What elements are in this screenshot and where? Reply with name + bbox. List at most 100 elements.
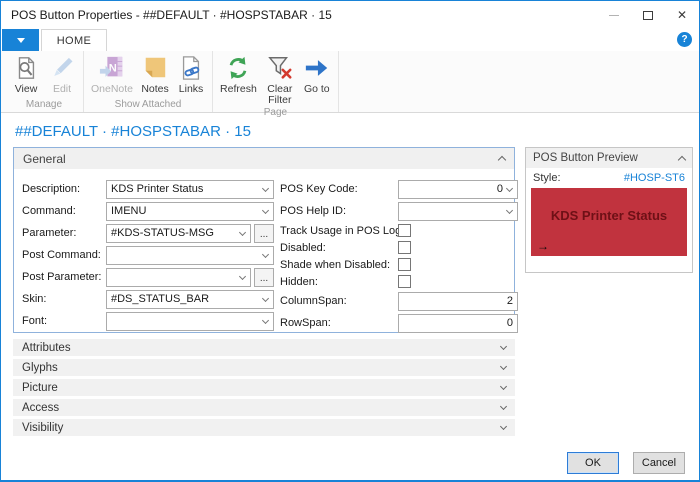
general-section-title: General [23,151,66,166]
field-font: Font: [22,311,274,331]
clear-filter-icon [266,54,294,82]
dialog-footer: OK Cancel [567,452,685,474]
field-rowspan: RowSpan: 0 [280,313,518,333]
dropdown-arrow-icon [238,272,247,280]
font-label: Font: [22,315,48,327]
group-label-manage: Manage [25,99,63,110]
ribbon-group-page: Refresh Clear Filter Go to Page [213,51,339,118]
expand-icon [499,342,508,351]
ok-button[interactable]: OK [567,452,619,474]
dropdown-arrow-icon [261,294,270,302]
description-label: Description: [22,183,81,195]
post-parameter-label: Post Parameter: [22,271,102,283]
preview-panel-title: POS Button Preview [533,152,638,164]
group-label-page: Page [263,107,288,118]
dropdown-arrow-icon [238,228,247,236]
disabled-checkbox[interactable] [398,241,411,254]
field-parameter: Parameter: #KDS-STATUS-MSG ... [22,223,274,243]
field-command: Command: IMENU [22,201,274,221]
tab-home[interactable]: HOME [41,29,107,51]
hidden-label: Hidden: [280,275,318,288]
section-visibility-label: Visibility [22,421,64,434]
post-parameter-combobox[interactable] [106,267,251,287]
ribbon-group-show-attached: N OneNote Notes Links Show Attached [84,51,214,112]
expand-icon [499,382,508,391]
section-glyphs[interactable]: Glyphs [13,359,515,376]
links-label: Links [178,83,204,95]
field-description: Description: KDS Printer Status [22,179,274,199]
preview-panel-header[interactable]: POS Button Preview [526,148,692,168]
section-visibility[interactable]: Visibility [13,419,515,436]
notes-label: Notes [141,83,169,95]
notes-icon [141,54,169,82]
cancel-button[interactable]: Cancel [633,452,685,474]
section-picture[interactable]: Picture [13,379,515,396]
pos-key-code-combobox[interactable]: 0 [398,179,518,199]
dropdown-arrow-icon [505,206,514,214]
pos-help-id-combobox[interactable] [398,201,518,221]
field-track-usage: Track Usage in POS Log: [280,223,518,238]
links-button[interactable]: Links [173,53,209,96]
maximize-button[interactable] [631,1,665,29]
style-value-link[interactable]: #HOSP-ST6 [624,172,685,184]
maximize-icon [643,10,653,20]
parameter-assist-button[interactable]: ... [254,223,274,243]
refresh-button[interactable]: Refresh [216,53,261,96]
field-columnspan: ColumnSpan: 2 [280,291,518,311]
onenote-button[interactable]: N OneNote [87,53,137,96]
post-parameter-assist-button[interactable]: ... [254,267,274,287]
minimize-button[interactable] [597,1,631,29]
command-label: Command: [22,205,76,217]
parameter-combobox[interactable]: #KDS-STATUS-MSG [106,223,251,243]
section-access-label: Access [22,401,60,414]
description-combobox[interactable]: KDS Printer Status [106,179,274,199]
general-section: General Description: KDS Printer Status … [13,147,518,333]
app-menu-button[interactable] [2,29,39,51]
field-skin: Skin: #DS_STATUS_BAR [22,289,274,309]
clear-filter-label: Clear Filter [267,83,293,106]
post-command-combobox[interactable] [106,245,274,265]
tab-strip: HOME ? [1,29,699,51]
help-button[interactable]: ? [677,32,692,47]
field-pos-key-code: POS Key Code: 0 [280,179,518,199]
edit-button[interactable]: Edit [44,53,80,96]
go-to-arrow-icon [303,54,331,82]
notes-button[interactable]: Notes [137,53,173,96]
style-label: Style: [533,172,561,184]
section-attributes[interactable]: Attributes [13,339,515,356]
disabled-label: Disabled: [280,241,326,254]
hidden-checkbox[interactable] [398,275,411,288]
rowspan-input[interactable]: 0 [398,313,518,333]
track-usage-label: Track Usage in POS Log: [280,224,405,237]
command-combobox[interactable]: IMENU [106,201,274,221]
expand-icon [499,402,508,411]
dropdown-arrow-icon [261,206,270,214]
shade-when-disabled-checkbox[interactable] [398,258,411,271]
section-access[interactable]: Access [13,399,515,416]
general-left-column: Description: KDS Printer Status Command:… [22,179,274,333]
view-icon [12,54,40,82]
parameter-label: Parameter: [22,227,77,239]
field-shade-when-disabled: Shade when Disabled: [280,257,518,272]
skin-combobox[interactable]: #DS_STATUS_BAR [106,289,274,309]
general-section-header[interactable]: General [14,148,514,169]
columnspan-input[interactable]: 2 [398,291,518,311]
go-to-button[interactable]: Go to [299,53,335,96]
section-picture-label: Picture [22,381,58,394]
view-button[interactable]: View [8,53,44,96]
clear-filter-button[interactable]: Clear Filter [261,53,299,107]
expand-icon [499,422,508,431]
pos-help-id-label: POS Help ID: [280,205,347,217]
field-hidden: Hidden: [280,274,518,289]
close-button[interactable]: ✕ [665,1,699,29]
onenote-label: OneNote [91,83,134,95]
close-icon: ✕ [676,8,688,22]
window-controls: ✕ [597,1,699,29]
track-usage-checkbox[interactable] [398,224,411,237]
font-combobox[interactable] [106,311,274,331]
columnspan-label: ColumnSpan: [280,295,347,307]
field-post-parameter: Post Parameter: ... [22,267,274,287]
expand-icon [499,362,508,371]
dropdown-arrow-icon [261,316,270,324]
chevron-down-icon [16,37,25,43]
